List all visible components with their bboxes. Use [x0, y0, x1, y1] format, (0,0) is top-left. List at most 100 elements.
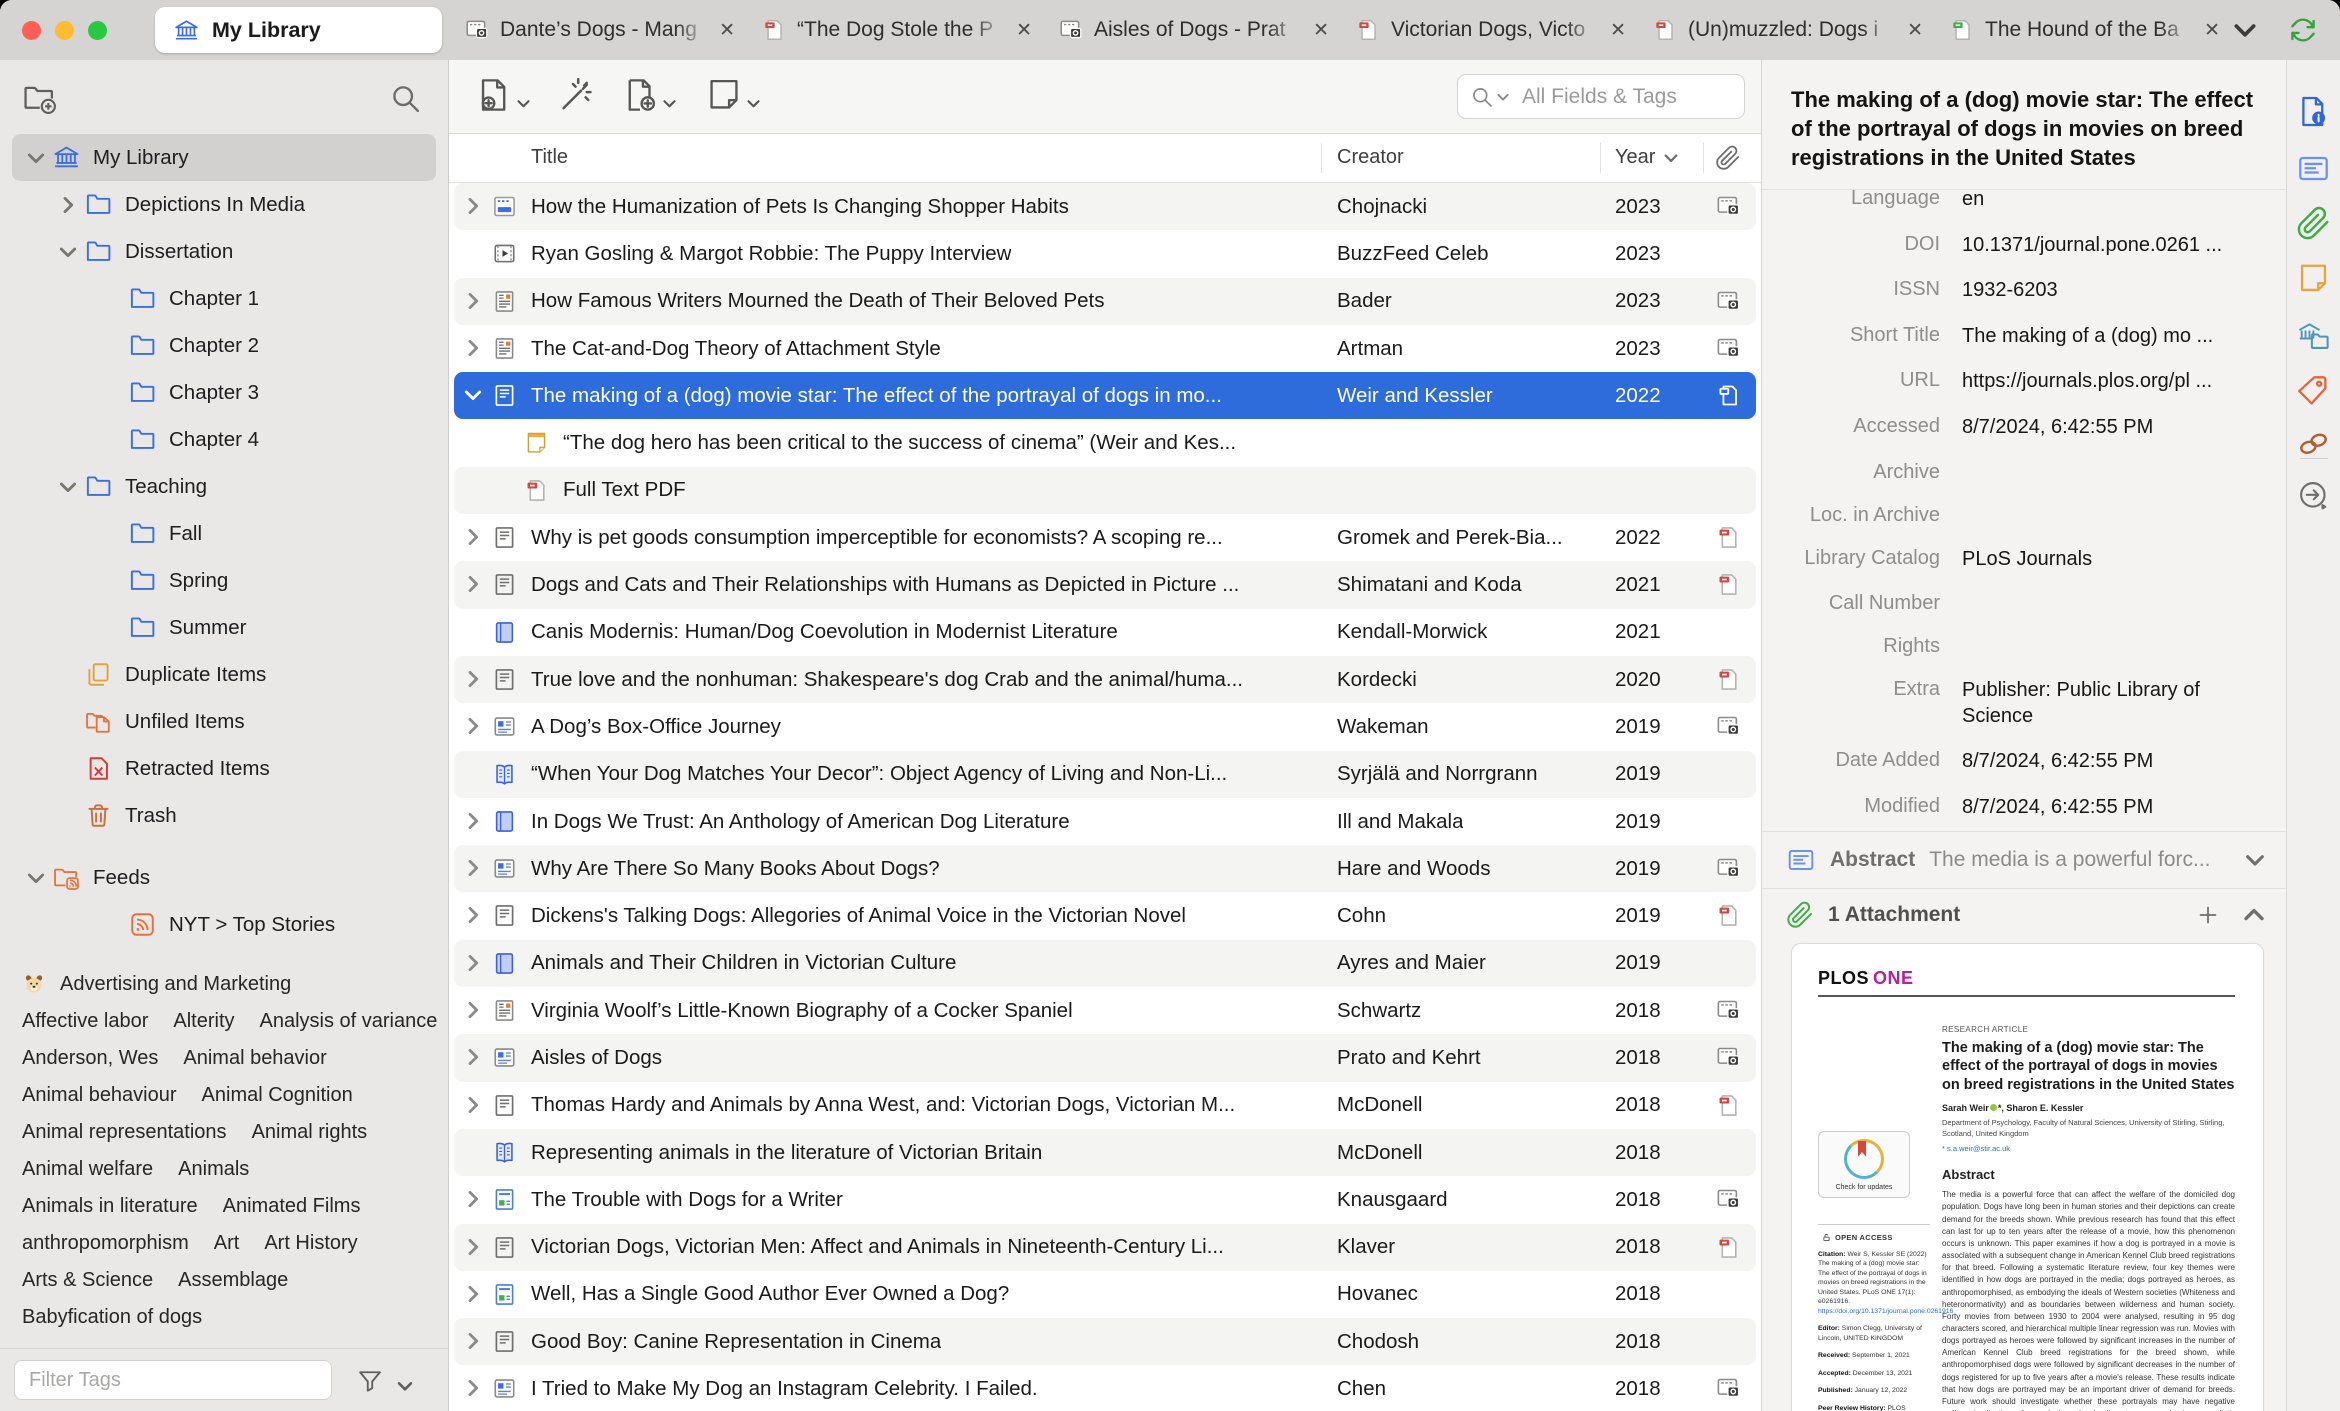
sidebar-item-spring[interactable]: Spring	[12, 557, 436, 604]
field-value[interactable]: 8/7/2024, 6:42:55 PM	[1962, 749, 2153, 775]
zoom-window-button[interactable]	[88, 21, 107, 40]
close-tab-icon[interactable]: ✕	[1010, 17, 1038, 44]
tag-item[interactable]: Animal rights	[252, 1121, 368, 1144]
expand-chevron-icon[interactable]	[463, 669, 483, 689]
table-row[interactable]: I Tried to Make My Dog an Instagram Cele…	[449, 1365, 1761, 1411]
tag-item[interactable]: Art History	[264, 1232, 357, 1255]
child-item-row[interactable]: Full Text PDF	[449, 466, 1761, 515]
expand-chevron-icon[interactable]	[463, 527, 483, 547]
expand-chevron-icon[interactable]	[463, 1000, 483, 1020]
table-row[interactable]: “When Your Dog Matches Your Decor”: Obje…	[449, 750, 1761, 798]
attachments-icon[interactable]	[2296, 206, 2331, 241]
expand-chevron-icon[interactable]	[463, 385, 483, 405]
document-tab[interactable]: Dante’s Dogs - Mang ✕	[452, 0, 749, 60]
tag-item[interactable]: Animated Films	[223, 1195, 361, 1218]
chevron-down-icon[interactable]	[2232, 17, 2258, 43]
column-divider[interactable]	[1703, 143, 1704, 173]
expand-chevron-icon[interactable]	[463, 1378, 483, 1398]
minimize-window-button[interactable]	[55, 21, 74, 40]
sync-icon[interactable]	[2288, 15, 2318, 45]
expand-chevron-icon[interactable]	[463, 1047, 483, 1067]
document-tab[interactable]: Victorian Dogs, Victo ✕	[1343, 0, 1640, 60]
tab-my-library[interactable]: My Library	[155, 7, 442, 53]
libraries-collections-icon[interactable]	[2296, 319, 2331, 354]
table-row[interactable]: Thomas Hardy and Animals by Anna West, a…	[449, 1082, 1761, 1129]
tag-item[interactable]: Arts & Science	[22, 1269, 153, 1292]
field-value[interactable]: 8/7/2024, 6:42:55 PM	[1962, 795, 2153, 821]
table-row[interactable]: A Dog’s Box-Office Journey Wakeman 2019	[449, 703, 1761, 750]
tag-item[interactable]: Analysis of variance	[260, 1010, 438, 1033]
expand-chevron-icon[interactable]	[463, 1095, 483, 1115]
tag-item[interactable]: Animal welfare	[22, 1158, 153, 1181]
field-value[interactable]: en	[1962, 187, 1984, 213]
close-tab-icon[interactable]: ✕	[1901, 17, 1929, 44]
chevron-down-icon[interactable]	[58, 242, 78, 262]
sidebar-item-depictions-in-media[interactable]: Depictions In Media	[12, 181, 436, 228]
expand-chevron-icon[interactable]	[463, 196, 483, 216]
field-value[interactable]: 10.1371/journal.pone.0261 ...	[1962, 233, 2222, 259]
close-tab-icon[interactable]: ✕	[1307, 17, 1335, 44]
table-row[interactable]: Dickens's Talking Dogs: Allegories of An…	[449, 892, 1761, 939]
table-row[interactable]: Why is pet goods consumption imperceptib…	[449, 514, 1761, 561]
expand-chevron-icon[interactable]	[463, 1284, 483, 1304]
table-row[interactable]: Well, Has a Single Good Author Ever Owne…	[449, 1271, 1761, 1318]
column-divider[interactable]	[1600, 143, 1601, 173]
tags-icon[interactable]	[2296, 373, 2331, 408]
abstract-icon[interactable]	[2296, 151, 2331, 186]
sidebar-item-teaching[interactable]: Teaching	[12, 463, 436, 510]
expand-chevron-icon[interactable]	[463, 1237, 483, 1257]
table-row[interactable]: Representing animals in the literature o…	[449, 1128, 1761, 1177]
chevron-down-icon[interactable]	[1496, 90, 1510, 104]
search-input[interactable]	[1520, 83, 1732, 110]
notes-icon[interactable]	[2296, 261, 2331, 296]
sidebar-item-chapter-3[interactable]: Chapter 3	[12, 369, 436, 416]
tag-item[interactable]: Affective labor	[22, 1010, 148, 1033]
field-value[interactable]: PLoS Journals	[1962, 547, 2092, 573]
table-row[interactable]: In Dogs We Trust: An Anthology of Americ…	[449, 798, 1761, 845]
filter-tags-input[interactable]	[14, 1360, 332, 1400]
tag-item[interactable]: anthropomorphism	[22, 1232, 189, 1255]
expand-chevron-icon[interactable]	[463, 291, 483, 311]
new-note-button[interactable]	[705, 76, 761, 114]
sidebar-item-unfiled-items[interactable]: Unfiled Items	[12, 698, 436, 745]
table-row[interactable]: Virginia Woolf’s Little-Known Biography …	[449, 987, 1761, 1034]
expand-chevron-icon[interactable]	[463, 1331, 483, 1351]
table-row[interactable]: Ryan Gosling & Margot Robbie: The Puppy …	[449, 230, 1761, 277]
table-row[interactable]: Aisles of Dogs Prato and Kehrt 2018	[449, 1034, 1761, 1082]
expand-chevron-icon[interactable]	[463, 811, 483, 831]
related-icon[interactable]	[2296, 426, 2331, 461]
expand-chevron-icon[interactable]	[463, 716, 483, 736]
add-attachment-icon[interactable]	[2196, 903, 2220, 927]
column-header-creator[interactable]: Creator	[1337, 146, 1404, 169]
field-value[interactable]: Publisher: Public Library of Science	[1962, 678, 2262, 729]
table-row[interactable]: How the Humanization of Pets Is Changing…	[449, 183, 1761, 231]
tag-item[interactable]: Animals in literature	[22, 1195, 198, 1218]
table-row[interactable]: The Cat-and-Dog Theory of Attachment Sty…	[449, 325, 1761, 372]
locate-icon[interactable]	[2296, 478, 2331, 513]
table-row[interactable]: The making of a (dog) movie star: The ef…	[449, 372, 1761, 420]
add-by-identifier-button[interactable]	[557, 76, 595, 114]
sidebar-item-duplicate-items[interactable]: Duplicate Items	[12, 651, 436, 698]
tag-item[interactable]: Assemblage	[178, 1269, 288, 1292]
expand-chevron-icon[interactable]	[463, 1189, 483, 1209]
chevron-up-icon[interactable]	[2242, 903, 2266, 927]
new-item-button[interactable]	[475, 76, 531, 114]
table-row[interactable]: The Trouble with Dogs for a Writer Knausg…	[449, 1176, 1761, 1223]
chevron-down-icon[interactable]	[58, 477, 78, 497]
table-row[interactable]: Good Boy: Canine Representation in Cinem…	[449, 1318, 1761, 1366]
sidebar-item-my-library[interactable]: My Library	[12, 134, 436, 181]
table-row[interactable]: Victorian Dogs, Victorian Men: Affect an…	[449, 1223, 1761, 1271]
sidebar-item-fall[interactable]: Fall	[12, 510, 436, 557]
tag-item[interactable]: Babyfication of dogs	[22, 1306, 202, 1329]
document-tab[interactable]: “The Dog Stole the P ✕	[749, 0, 1046, 60]
tag-item[interactable]: Alterity	[173, 1010, 234, 1033]
table-row[interactable]: Why Are There So Many Books About Dogs? H…	[449, 845, 1761, 893]
close-tab-icon[interactable]: ✕	[2198, 17, 2226, 44]
funnel-icon[interactable]	[356, 1367, 384, 1395]
sidebar-item-feeds[interactable]: Feeds	[12, 854, 436, 901]
table-row[interactable]: True love and the nonhuman: Shakespeare'…	[449, 655, 1761, 704]
expand-chevron-icon[interactable]	[463, 574, 483, 594]
table-row[interactable]: Animals and Their Children in Victorian …	[449, 939, 1761, 988]
tag-item[interactable]: Animal Cognition	[202, 1084, 353, 1107]
document-tab[interactable]: (Un)muzzled: Dogs i ✕	[1640, 0, 1937, 60]
